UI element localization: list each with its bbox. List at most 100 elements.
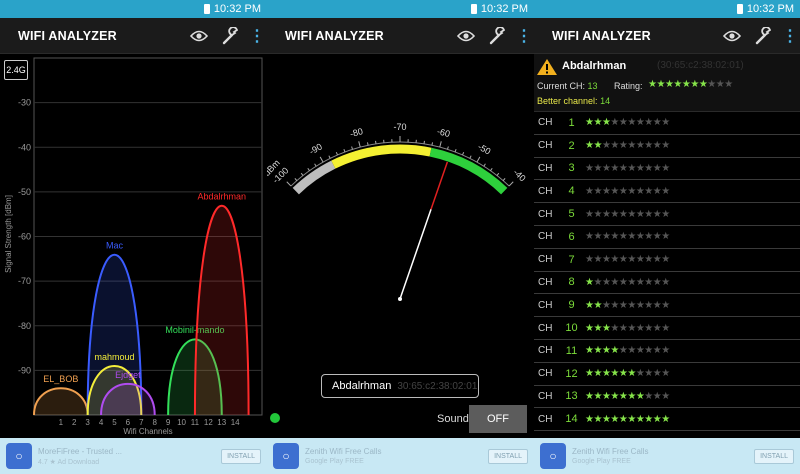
ad-logo-icon: ○: [540, 443, 566, 469]
ad-banner[interactable]: ○ MoreFiFree - Trusted ... 4.7 ★ Ad Down…: [0, 438, 267, 474]
star-icon: ★: [593, 322, 602, 334]
sound-toggle-button[interactable]: OFF: [469, 405, 527, 433]
ad-install-button[interactable]: INSTALL: [488, 448, 528, 464]
star-icon: ★: [644, 254, 653, 266]
star-icon: ★: [661, 322, 670, 334]
more-options-icon[interactable]: ⋮: [780, 26, 800, 46]
wrench-icon[interactable]: [215, 21, 247, 51]
channel-row: CH 2 ★★★★★★★★★★: [534, 135, 800, 158]
network-selector[interactable]: Abdalrhman 30:65:c2:38:02:01: [321, 374, 479, 398]
gauge-tick: [502, 178, 506, 181]
star-icon: ★: [627, 140, 636, 152]
star-icon: ★: [661, 413, 670, 425]
app-title: WIFI ANALYZER: [552, 28, 651, 43]
channel-rating-stars: ★★★★★★★★★★: [585, 323, 670, 334]
channel-row: CH 1 ★★★★★★★★★★: [534, 112, 800, 135]
x-tick-label: 14: [231, 418, 240, 427]
star-icon: ★: [652, 322, 662, 334]
star-icon: ★: [644, 413, 653, 425]
channel-number: 1: [568, 116, 575, 129]
channel-rating-stars: ★★★★★★★★★★: [585, 368, 670, 379]
star-icon: ★: [652, 117, 662, 129]
network-curve: [193, 205, 250, 416]
channel-prefix: CH: [538, 254, 553, 266]
star-icon: ★: [610, 254, 619, 266]
star-icon: ★: [707, 79, 716, 90]
channel-prefix: CH: [538, 368, 553, 380]
channel-rating-stars: ★★★★★★★★★★: [585, 209, 670, 220]
gauge-arc-segment: [429, 147, 508, 195]
channel-number: 9: [568, 299, 575, 312]
wrench-icon[interactable]: [748, 21, 780, 51]
channel-rating-stars: ★★★★★★★★★★: [585, 163, 670, 174]
star-icon: ★: [627, 322, 636, 334]
ad-install-button[interactable]: INSTALL: [221, 448, 261, 464]
star-icon: ★: [661, 140, 670, 152]
eye-icon[interactable]: [450, 21, 482, 51]
star-icon: ★: [610, 208, 619, 220]
star-icon: ★: [652, 208, 662, 220]
x-tick-label: 13: [217, 418, 226, 427]
star-icon: ★: [644, 368, 653, 380]
channel-rating-stars: ★★★★★★★★★★: [585, 345, 670, 356]
ad-title: MoreFiFree - Trusted ...: [38, 446, 123, 456]
ad-banner[interactable]: ○ Zenith Wifi Free Calls Google Play FRE…: [267, 438, 534, 474]
channel-rating-stars: ★★★★★★★★★★: [585, 140, 670, 151]
star-icon: ★: [635, 413, 645, 425]
x-tick-label: 1: [59, 418, 64, 427]
star-icon: ★: [652, 162, 662, 174]
access-point-mac: (30:65:c2:38:02:01): [657, 60, 744, 71]
gauge-tick: [483, 163, 486, 167]
gauge-tick: [319, 156, 324, 163]
eye-icon[interactable]: [183, 21, 215, 51]
eye-icon[interactable]: [716, 21, 748, 51]
access-point-name: Abdalrhman: [562, 60, 627, 72]
star-icon: ★: [593, 413, 602, 425]
star-icon: ★: [593, 208, 602, 220]
channel-row: CH 14 ★★★★★★★★★★: [534, 408, 800, 432]
star-icon: ★: [635, 140, 645, 152]
gauge-arc-segment: [292, 160, 336, 195]
ad-install-button[interactable]: INSTALL: [754, 448, 794, 464]
channel-number: 7: [568, 253, 575, 266]
more-options-icon[interactable]: ⋮: [514, 26, 534, 46]
gauge-tick-label: -40: [511, 167, 527, 183]
access-point-info: Abdalrhman (30:65:c2:38:02:01) Current C…: [534, 54, 800, 112]
star-icon: ★: [610, 140, 619, 152]
star-icon: ★: [610, 413, 619, 425]
star-icon: ★: [661, 185, 670, 197]
channel-prefix: CH: [538, 231, 553, 243]
network-label: mahmoud: [94, 352, 134, 362]
star-icon: ★: [627, 254, 636, 266]
channel-number: 3: [568, 162, 575, 175]
channel-row: CH 13 ★★★★★★★★★★: [534, 386, 800, 409]
channel-rating-list: CH 1 ★★★★★★★★★★ CH 2 ★★★★★★★★★★ CH 3 ★★★★★★★★★★ C…: [534, 112, 800, 432]
battery-icon: [203, 4, 210, 14]
star-icon: ★: [644, 390, 653, 402]
gauge-tick: [351, 146, 354, 150]
status-bar: 10:32 PM: [267, 0, 534, 18]
ad-logo-icon: ○: [6, 443, 32, 469]
app-title: WIFI ANALYZER: [18, 28, 117, 43]
app-bar: WIFI ANALYZER ⋮: [0, 18, 267, 54]
ad-subtitle: Google Play FREE: [305, 458, 364, 465]
more-options-icon[interactable]: ⋮: [247, 26, 267, 46]
channel-rating-stars: ★★★★★★★★★★: [585, 391, 670, 402]
current-channel-label: Current CH:: [537, 81, 586, 91]
x-tick-label: 6: [126, 418, 131, 427]
ad-title: Zenith Wifi Free Calls: [572, 447, 649, 456]
status-bar: 10:32 PM: [534, 0, 800, 18]
channel-prefix: CH: [538, 413, 553, 425]
star-icon: ★: [661, 254, 670, 266]
wrench-icon[interactable]: [482, 21, 514, 51]
gauge-tick: [462, 152, 465, 156]
band-selector-button[interactable]: 2.4G: [4, 60, 28, 80]
channel-number: 2: [568, 139, 575, 152]
x-tick-label: 3: [85, 418, 90, 427]
star-icon: ★: [627, 231, 636, 243]
better-channel: Better channel: 14: [537, 96, 610, 106]
star-icon: ★: [627, 413, 636, 425]
gauge-tick: [294, 178, 298, 181]
ad-banner[interactable]: ○ Zenith Wifi Free Calls Google Play FRE…: [534, 438, 800, 474]
network-label: Abdalrhman: [197, 191, 246, 201]
